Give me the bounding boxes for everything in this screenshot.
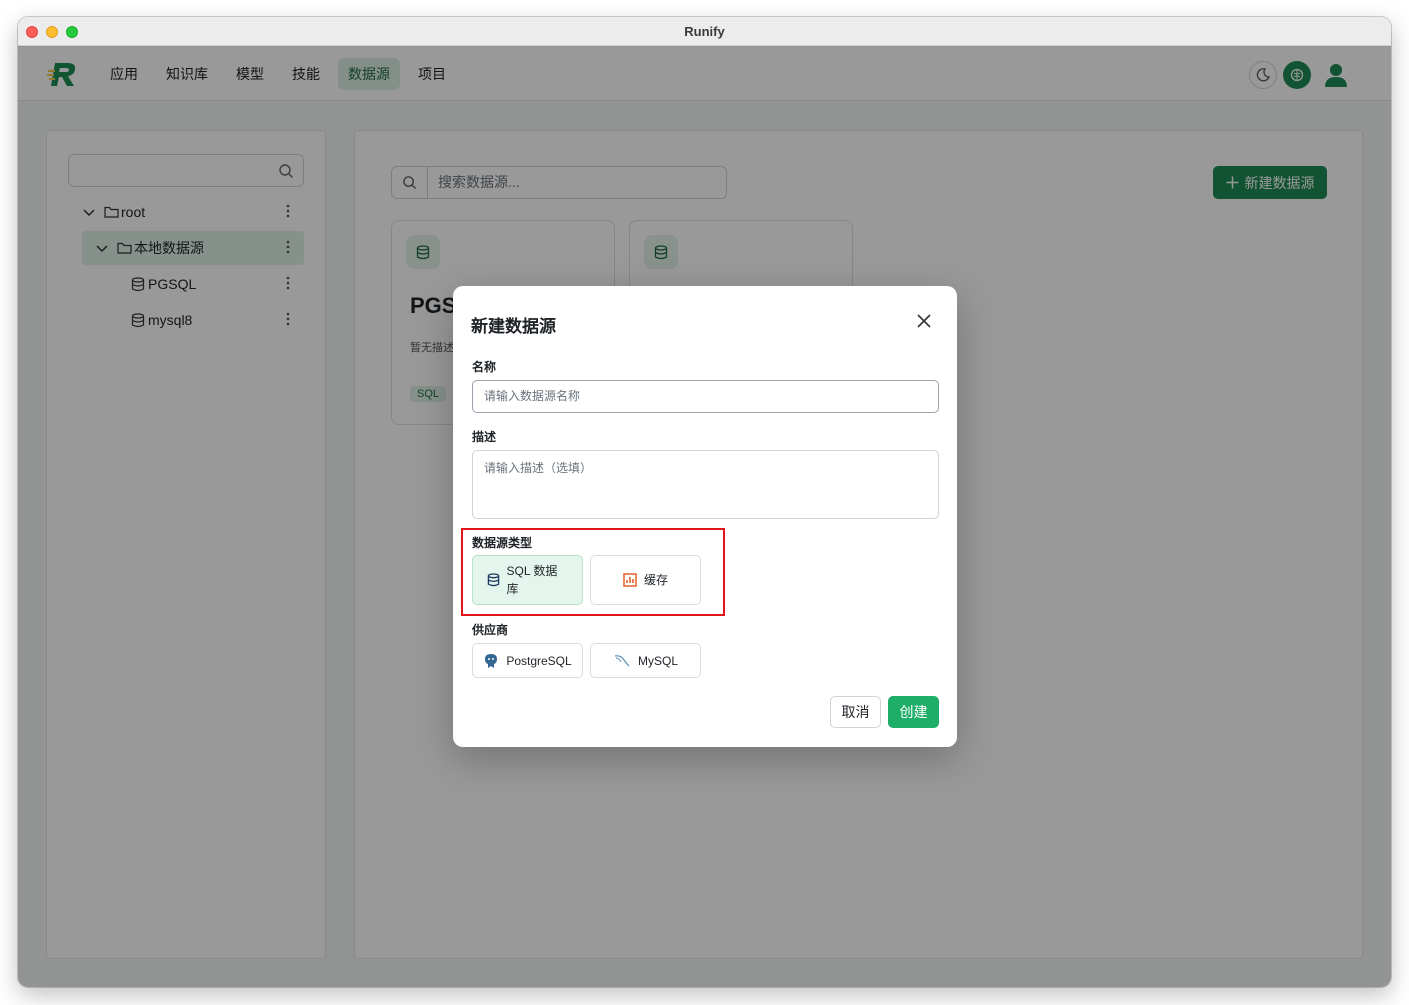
titlebar: Runify xyxy=(18,17,1391,46)
provider-option-postgresql[interactable]: PostgreSQL xyxy=(472,643,583,678)
type-highlight-box xyxy=(461,528,725,616)
description-textarea[interactable]: 请输入描述（选填） xyxy=(472,450,939,519)
name-label: 名称 xyxy=(472,360,497,374)
provider-option-mysql[interactable]: MySQL xyxy=(590,643,701,678)
cancel-button[interactable]: 取消 xyxy=(830,696,881,728)
app-window: Runify 应用 知识库 模型 技能 数据源 项目 root 本地数据源 PG… xyxy=(18,17,1391,987)
close-icon[interactable] xyxy=(917,314,931,328)
create-button[interactable]: 创建 xyxy=(888,696,939,728)
new-datasource-dialog: 新建数据源 名称 请输入数据源名称 描述 请输入描述（选填） 数据源类型 SQL… xyxy=(453,286,957,747)
provider-option-label: PostgreSQL xyxy=(506,653,572,668)
window-title: Runify xyxy=(684,24,725,39)
postgresql-icon xyxy=(485,653,498,668)
provider-label: 供应商 xyxy=(472,623,509,637)
dialog-title: 新建数据源 xyxy=(471,317,556,336)
description-label: 描述 xyxy=(472,430,497,444)
name-input[interactable]: 请输入数据源名称 xyxy=(472,380,939,413)
mysql-icon xyxy=(614,654,630,666)
provider-option-label: MySQL xyxy=(637,653,678,668)
